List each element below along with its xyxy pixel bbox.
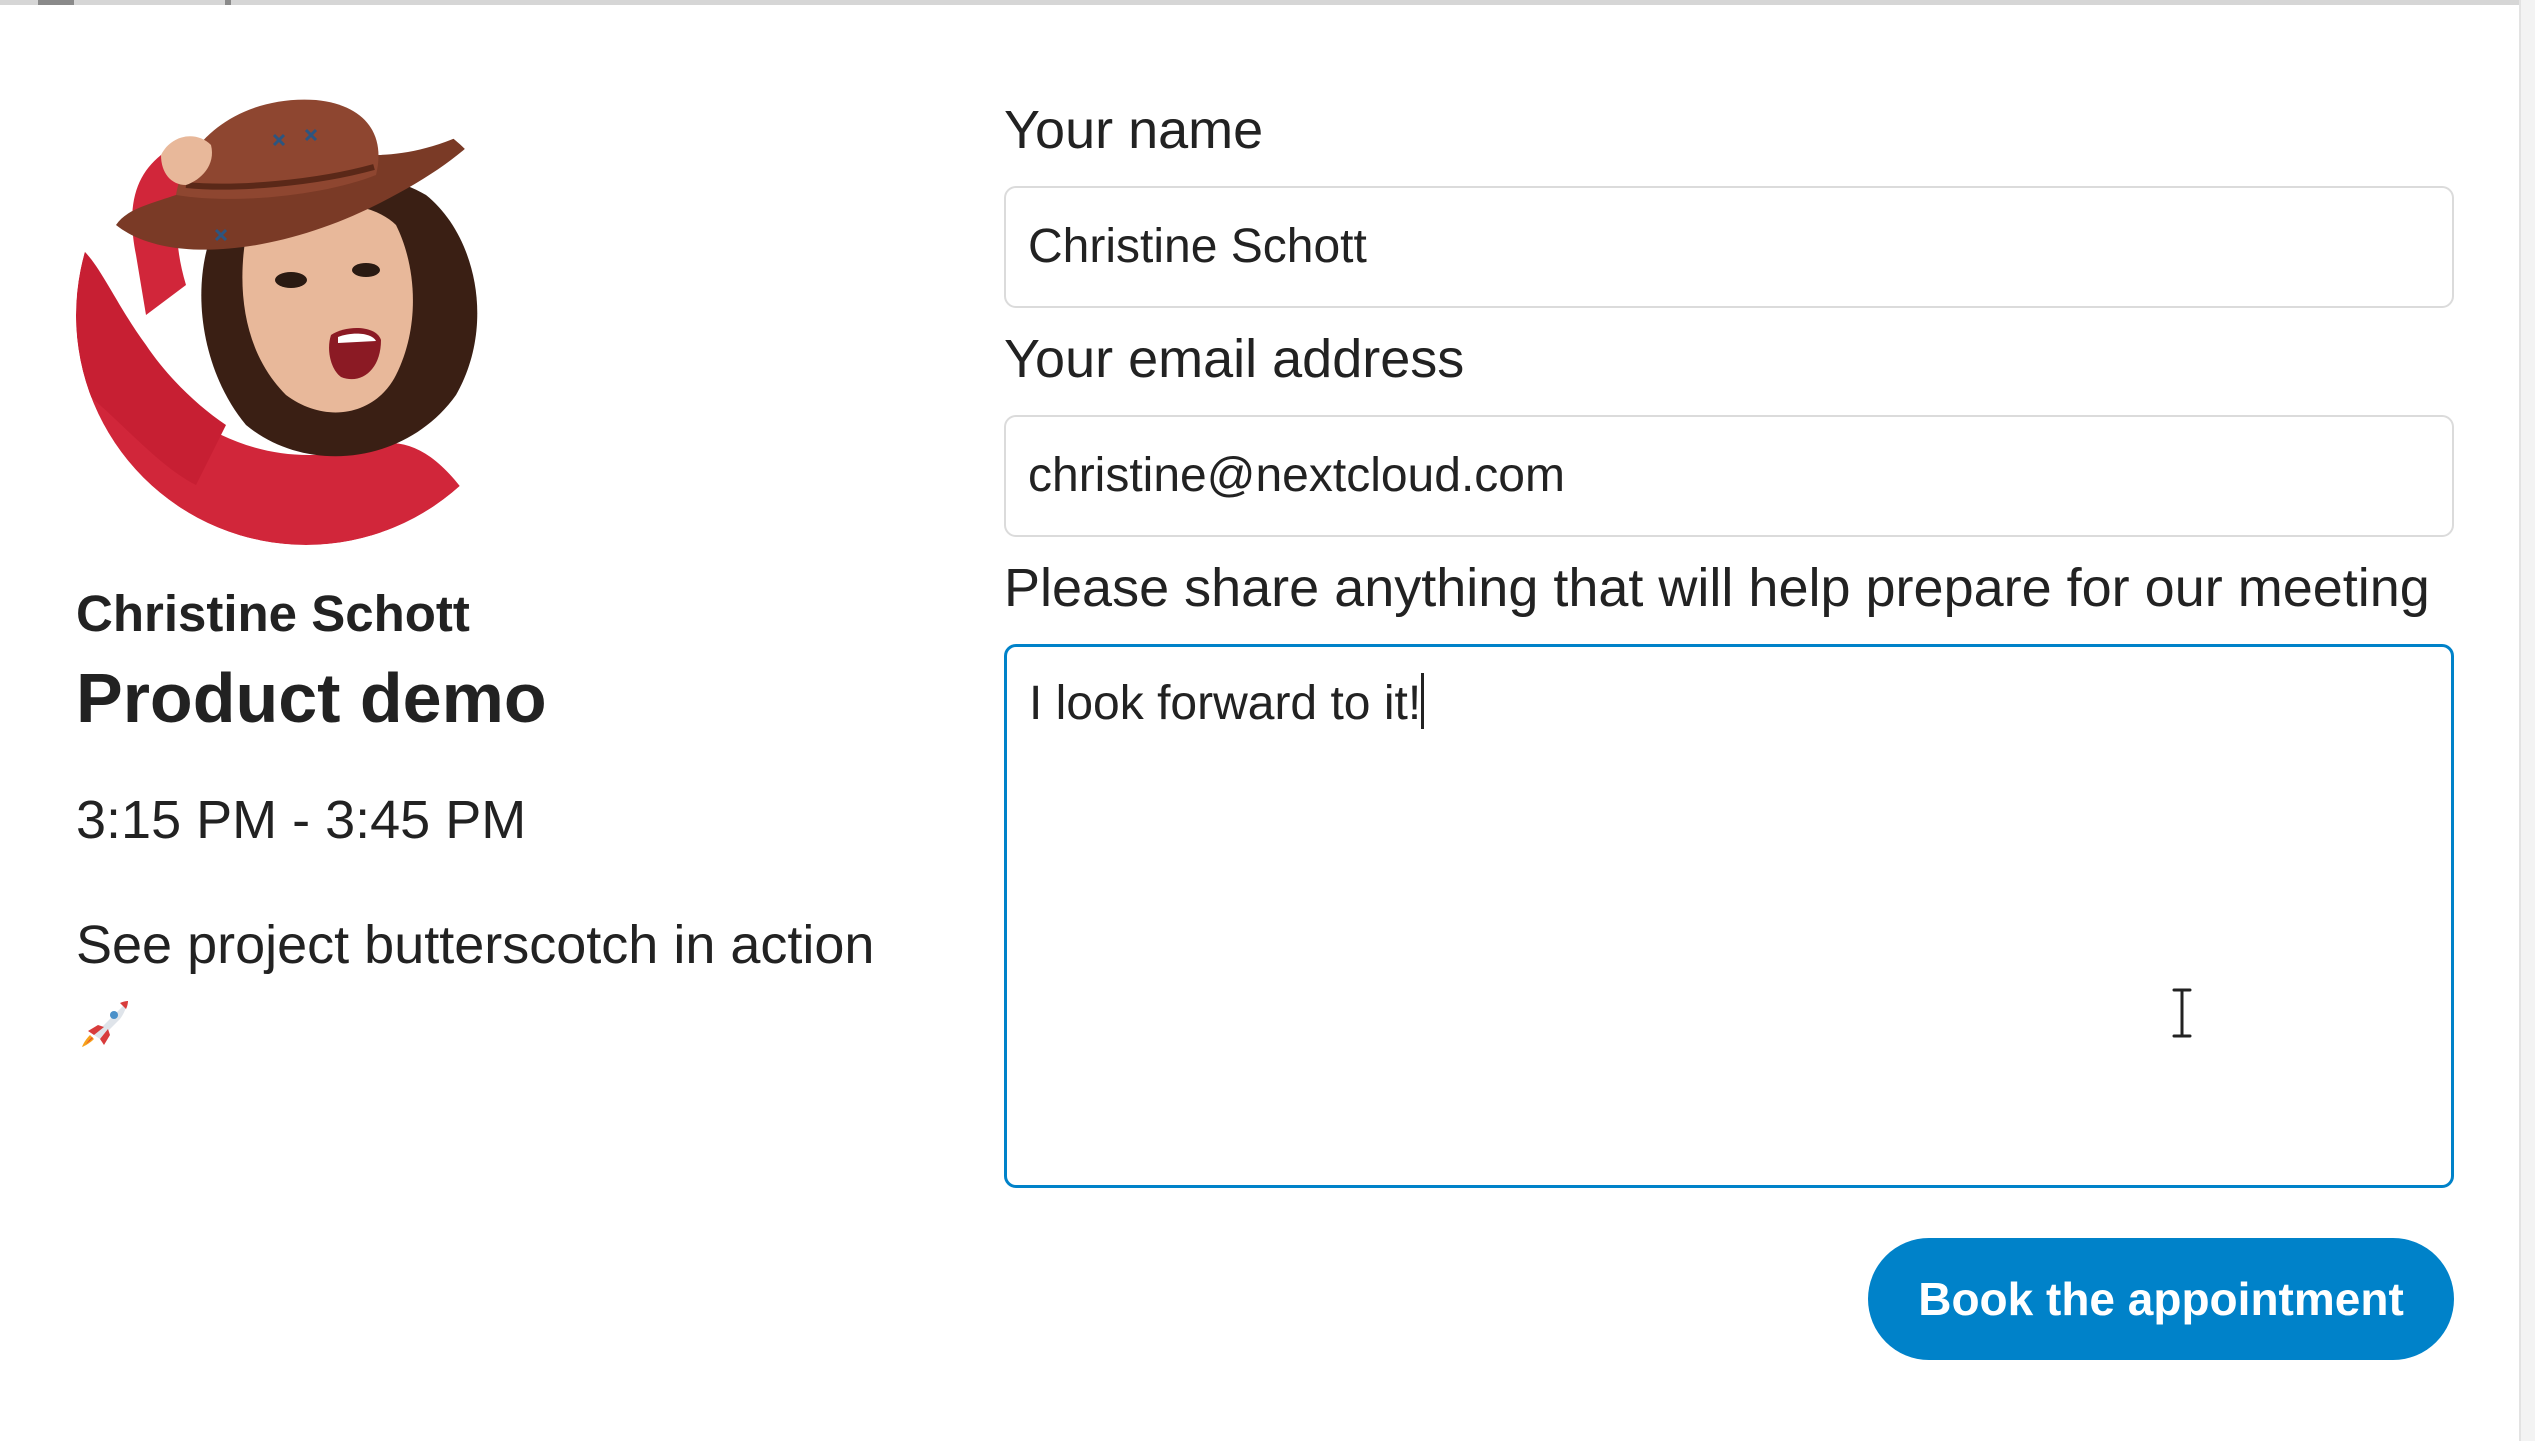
appointment-details: Christine Schott Product demo 3:15 PM - … [76,85,936,1077]
name-field[interactable]: Christine Schott [1004,186,2454,308]
appointment-title: Product demo [76,659,547,738]
appointment-description-text: See project butterscotch in action [76,914,875,975]
notes-text: I look forward to it! [1029,677,1422,730]
book-appointment-button[interactable]: Book the appointment [1868,1238,2454,1360]
scrollbar-track[interactable] [2519,0,2535,1441]
top-edge-mark [225,0,231,5]
name-label: Your name [1004,100,1264,160]
email-field[interactable]: christine@nextcloud.com [1004,415,2454,537]
top-border [0,0,2535,5]
booking-form: Your name Christine Schott Your email ad… [1004,95,2454,1360]
rocket-icon [82,1000,128,1047]
top-edge-mark [38,0,74,5]
appointment-description: See project butterscotch in action [76,903,936,1077]
notes-textarea[interactable]: I look forward to it! [1004,644,2454,1188]
ibeam-cursor-icon [2170,987,2194,1039]
booking-page: Christine Schott Product demo 3:15 PM - … [0,0,2535,1441]
text-caret [1421,673,1425,729]
notes-label: Please share anything that will help pre… [1004,558,2430,618]
appointment-time-range: 3:15 PM - 3:45 PM [76,790,527,851]
organizer-name: Christine Schott [76,585,470,642]
avatar [76,85,536,545]
email-label: Your email address [1004,329,1465,389]
